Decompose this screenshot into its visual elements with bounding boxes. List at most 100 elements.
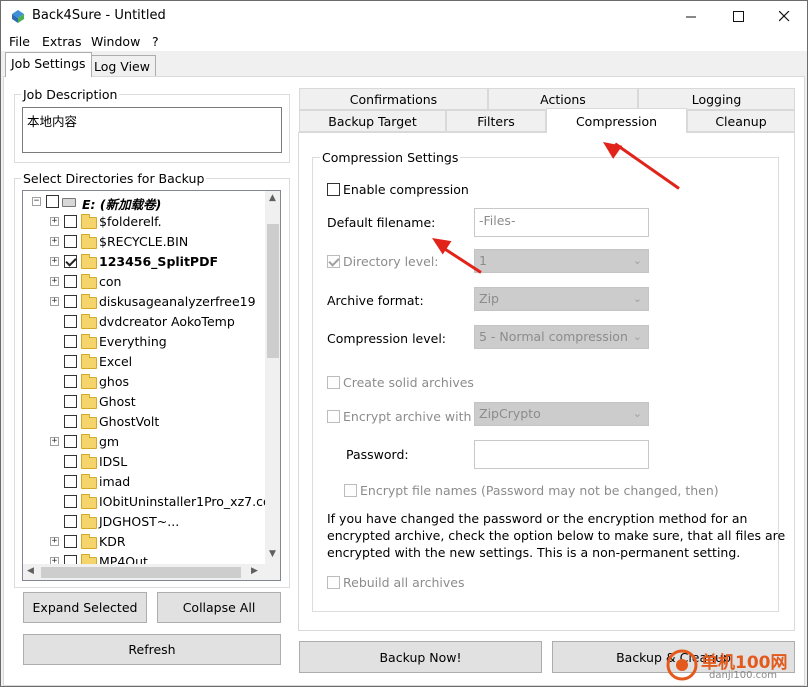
tree-row[interactable]: + $folderelf. [23, 212, 263, 232]
tab-backup-target[interactable]: Backup Target [299, 110, 446, 132]
job-description-input[interactable]: 本地内容 [22, 107, 282, 153]
tree-row[interactable]: dvdcreator AokoTemp [23, 312, 263, 332]
compression-level-select[interactable]: 5 - Normal compression ⌄ [474, 325, 649, 349]
menu-help[interactable]: ? [152, 34, 159, 49]
tree-row[interactable]: +123456_SplitPDF [23, 252, 263, 272]
close-button[interactable] [761, 1, 807, 31]
menu-extras[interactable]: Extras [42, 34, 82, 49]
tree-row[interactable]: + KDR [23, 532, 263, 552]
collapse-all-button[interactable]: Collapse All [157, 592, 281, 623]
minimize-button[interactable] [668, 1, 714, 31]
tree-row-label: diskusageanalyzerfree19 [99, 294, 256, 309]
tree-row-checkbox[interactable] [64, 455, 77, 468]
directory-level-select[interactable]: 1 ⌄ [474, 249, 649, 273]
archive-format-value: Zip [479, 291, 499, 306]
app-window: Back4Sure - Untitled File Extras Window … [0, 0, 808, 687]
directory-tree[interactable]: − E: (新加载卷) + $folderelf. + $RECYCLE.BIN +12… [22, 190, 281, 581]
tree-row-checkbox[interactable] [64, 335, 77, 348]
tab-cleanup[interactable]: Cleanup [687, 110, 795, 132]
menu-bar: File Extras Window ? [1, 31, 807, 51]
tree-horizontal-scrollbar[interactable]: ◀ ▶ [23, 564, 280, 580]
expand-icon[interactable]: + [50, 257, 59, 266]
scroll-up-icon[interactable]: ▲ [269, 193, 276, 203]
directory-level-checkbox[interactable] [327, 255, 340, 268]
tree-row[interactable]: IObitUninstaller1Pro_xz7.con [23, 492, 279, 512]
tree-row-checkbox[interactable] [64, 215, 77, 228]
scroll-down-icon[interactable]: ▼ [269, 549, 276, 559]
encrypt-archive-checkbox[interactable] [327, 410, 340, 423]
tree-vertical-scroll-thumb[interactable] [267, 224, 279, 358]
password-input[interactable] [474, 440, 649, 469]
tab-log-view[interactable]: Log View [88, 55, 156, 77]
tree-row-label: gm [99, 434, 120, 449]
tree-root-row[interactable]: − E: (新加载卷) [23, 192, 263, 212]
tree-row-checkbox[interactable] [64, 415, 77, 428]
note-line-1: If you have changed the password or the … [327, 511, 748, 526]
expand-icon[interactable]: + [50, 537, 59, 546]
tree-row[interactable]: Excel [23, 352, 263, 372]
tab-logging[interactable]: Logging [638, 88, 795, 110]
enable-compression-label: Enable compression [343, 182, 469, 197]
tree-row-checkbox[interactable] [64, 315, 77, 328]
tree-horizontal-scroll-thumb[interactable] [41, 567, 241, 578]
tree-row[interactable]: ghos [23, 372, 263, 392]
tab-log-view-label: Log View [94, 59, 150, 74]
tab-actions[interactable]: Actions [488, 88, 638, 110]
expand-icon[interactable]: + [50, 297, 59, 306]
menu-window[interactable]: Window [91, 34, 140, 49]
backup-now-button[interactable]: Backup Now! [299, 641, 542, 673]
scroll-left-icon[interactable]: ◀ [27, 566, 34, 576]
expand-icon[interactable]: + [50, 277, 59, 286]
tree-root-checkbox[interactable] [46, 195, 59, 208]
expand-icon[interactable]: + [50, 437, 59, 446]
tree-row[interactable]: Everything [23, 332, 263, 352]
tree-row-checkbox[interactable] [64, 495, 77, 508]
tree-row[interactable]: IDSL [23, 452, 263, 472]
tree-row[interactable]: imad [23, 472, 263, 492]
tab-job-settings[interactable]: Job Settings [5, 52, 92, 77]
tree-row[interactable]: + con [23, 272, 263, 292]
expand-icon[interactable]: + [50, 217, 59, 226]
tree-row-label: Excel [99, 354, 133, 369]
tree-row-checkbox[interactable] [64, 375, 77, 388]
collapse-icon[interactable]: − [32, 197, 41, 206]
expand-icon[interactable]: + [50, 237, 59, 246]
tree-row-checkbox[interactable] [64, 395, 77, 408]
tree-row-checkbox[interactable] [64, 275, 77, 288]
maximize-button[interactable] [715, 1, 761, 31]
tree-row-checkbox[interactable] [64, 295, 77, 308]
tree-vertical-scrollbar[interactable]: ▲ ▼ [265, 191, 280, 564]
default-filename-input[interactable]: -Files- [474, 208, 649, 237]
tab-compression[interactable]: Compression [546, 108, 687, 133]
solid-archives-checkbox[interactable] [327, 376, 340, 389]
archive-format-select[interactable]: Zip ⌄ [474, 287, 649, 311]
enable-compression-checkbox[interactable] [327, 183, 340, 196]
rebuild-archives-checkbox[interactable] [327, 576, 340, 589]
encryption-method-select[interactable]: ZipCrypto ⌄ [474, 402, 649, 426]
refresh-button[interactable]: Refresh [23, 634, 281, 665]
tab-filters[interactable]: Filters [446, 110, 546, 132]
tree-row-checkbox[interactable] [64, 255, 77, 268]
tree-row-checkbox[interactable] [64, 435, 77, 448]
tree-row[interactable]: GhostVolt [23, 412, 263, 432]
menu-file[interactable]: File [9, 34, 30, 49]
tree-row[interactable]: + diskusageanalyzerfree19 [23, 292, 263, 312]
tree-row-checkbox[interactable] [64, 235, 77, 248]
directories-title: Select Directories for Backup [21, 171, 207, 186]
tree-row-checkbox[interactable] [64, 355, 77, 368]
tree-row[interactable]: + gm [23, 432, 263, 452]
chevron-down-icon: ⌄ [632, 254, 642, 267]
tab-confirmations[interactable]: Confirmations [299, 88, 488, 110]
encrypt-filenames-checkbox[interactable] [344, 484, 357, 497]
tree-row-checkbox[interactable] [64, 515, 77, 528]
tree-row[interactable]: + $RECYCLE.BIN [23, 232, 263, 252]
scroll-right-icon[interactable]: ▶ [251, 566, 258, 576]
tree-row[interactable]: Ghost [23, 392, 263, 412]
tree-row-checkbox[interactable] [64, 535, 77, 548]
tree-row-checkbox[interactable] [64, 475, 77, 488]
watermark-url: danji100.com [709, 670, 777, 681]
folder-icon [81, 294, 97, 309]
solid-archives-label: Create solid archives [343, 375, 474, 390]
tree-row[interactable]: JDGHOST~... [23, 512, 263, 532]
expand-selected-button[interactable]: Expand Selected [23, 592, 147, 623]
